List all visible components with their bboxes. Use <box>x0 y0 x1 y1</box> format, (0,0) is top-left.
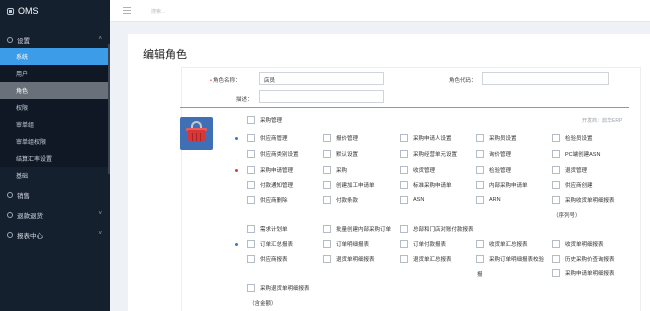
role-code-label: 角色代码： <box>449 78 477 84</box>
section-title: 采购管理 <box>260 118 283 124</box>
chevron-down-icon: ˅ <box>98 231 102 237</box>
permission-checkbox[interactable]: 订单汇总报表 <box>247 240 293 248</box>
permission-checkbox[interactable]: 采购 <box>323 166 347 174</box>
permission-checkbox[interactable]: 报价管理 <box>323 134 358 142</box>
role-name-input[interactable]: 店员 <box>259 72 384 85</box>
section-divider <box>180 107 629 108</box>
report-icon <box>7 232 13 238</box>
permission-checkbox[interactable]: 历史采购价查询报表 <box>552 255 615 263</box>
sidebar: OMS 设置 ˄ 系统 用户 角色 权限 审单组 审单组权限 结算汇率设置 基础… <box>0 0 110 311</box>
sidebar-item-permissions[interactable]: 权限 <box>0 99 110 116</box>
chevron-down-icon: ˅ <box>98 211 102 217</box>
permission-checkbox[interactable]: 采购经营单元设置 <box>400 150 457 158</box>
permission-checkbox[interactable]: 退货管理 <box>552 166 587 174</box>
permission-checkbox[interactable]: 供应商类别设置 <box>247 150 299 158</box>
chevron-up-icon: ˄ <box>98 36 102 42</box>
permission-checkbox[interactable]: 需求计划单 <box>247 225 288 233</box>
permission-checkbox[interactable]: 订单付款报表 <box>400 240 446 248</box>
permission-checkbox[interactable]: 退货单汇总报表 <box>400 255 452 263</box>
permission-label-suffix: （含金额） <box>249 301 277 307</box>
sidebar-item-basic[interactable]: 基础 <box>0 167 110 184</box>
globe-icon <box>7 192 13 198</box>
gear-icon <box>7 37 13 43</box>
blue-dot-marker <box>235 243 238 246</box>
nav-group-reports[interactable]: 报表中心 ˅ <box>0 227 110 243</box>
permission-checkbox[interactable]: 订单明细报表 <box>323 240 369 248</box>
menu-toggle-icon[interactable] <box>123 7 131 14</box>
permission-checkbox[interactable]: 默认设置 <box>323 150 358 158</box>
permission-checkbox[interactable]: 付款条款 <box>323 196 358 204</box>
permission-checkbox[interactable]: 采购申请管理 <box>247 166 293 174</box>
permission-checkbox[interactable]: 采购收货单明细报表 <box>552 196 615 204</box>
permission-checkbox[interactable]: ARN <box>476 196 501 204</box>
permission-checkbox[interactable]: 询价管理 <box>476 150 511 158</box>
permission-checkbox[interactable]: 收货管理 <box>400 166 435 174</box>
logo-icon <box>7 7 14 15</box>
nav-group-label: 报表中心 <box>17 233 43 240</box>
shopping-basket-icon <box>180 117 213 150</box>
sidebar-scrollbar[interactable] <box>108 44 110 174</box>
permission-label-suffix: 报 <box>477 272 483 278</box>
permission-checkbox[interactable]: 退货单明细报表 <box>323 255 375 263</box>
sidebar-item-users[interactable]: 用户 <box>0 65 110 82</box>
permission-checkbox[interactable]: 供应商删除 <box>247 196 288 204</box>
search-input[interactable]: 搜索... <box>151 8 165 15</box>
role-name-label: •角色名称： <box>210 78 241 84</box>
permission-checkbox[interactable]: 检验管理 <box>476 166 511 174</box>
permission-checkbox[interactable]: ASN <box>400 196 424 204</box>
permission-checkbox[interactable]: 供应商管理 <box>247 134 288 142</box>
app-logo[interactable]: OMS <box>0 0 110 22</box>
desc-label: 描述： <box>236 97 253 103</box>
permission-checkbox[interactable]: 批量创建内部采购订单 <box>323 225 391 233</box>
blue-dot-marker <box>235 137 238 140</box>
role-code-input[interactable] <box>482 72 609 85</box>
sidebar-item-review-group[interactable]: 审单组 <box>0 116 110 133</box>
desc-input[interactable] <box>259 90 384 103</box>
permission-checkbox[interactable]: 供应商创建 <box>552 181 593 189</box>
permission-checkbox[interactable]: 采购申请单明细报表 <box>552 269 615 277</box>
permission-checkbox[interactable]: 收货单汇总报表 <box>476 240 528 248</box>
permission-checkbox[interactable]: 内部采购申请单 <box>476 181 528 189</box>
nav-group-returns[interactable]: 退款退货 ˅ <box>0 207 110 223</box>
nav-group-label: 设置 <box>17 38 30 45</box>
permission-checkbox[interactable]: PC端创建ASN <box>552 150 600 158</box>
app-title: OMS <box>18 6 39 16</box>
permission-checkbox[interactable]: 标准采购申请单 <box>400 181 452 189</box>
refund-icon <box>7 212 13 218</box>
nav-group-sales[interactable]: 销售 <box>0 187 110 203</box>
page-title: 编辑角色 <box>143 49 187 61</box>
permission-checkbox[interactable]: 创建加工申请单 <box>323 181 375 189</box>
nav-group-label: 退款退货 <box>17 213 43 220</box>
nav-group-label: 销售 <box>17 193 30 200</box>
sidebar-item-roles[interactable]: 角色 <box>0 82 110 99</box>
permission-checkbox[interactable]: 采购退货单明细报表 <box>247 284 310 292</box>
sidebar-item-exchange-rate[interactable]: 结算汇率设置 <box>0 150 110 167</box>
permission-checkbox[interactable]: 总部和门店对账付款报表 <box>400 225 474 233</box>
permission-checkbox[interactable]: 付款通知管理 <box>247 181 293 189</box>
section-checkbox-procurement[interactable]: 采购管理 <box>247 116 282 124</box>
permission-checkbox[interactable]: 供应商报表 <box>247 255 288 263</box>
topbar: 搜索... <box>110 0 650 22</box>
permission-checkbox[interactable]: 采购申请人设置 <box>400 134 452 142</box>
sidebar-item-system[interactable]: 系统 <box>0 48 110 65</box>
sidebar-item-review-group-permissions[interactable]: 审单组权限 <box>0 133 110 150</box>
permission-checkbox[interactable]: 检验员设置 <box>552 134 593 142</box>
permission-checkbox[interactable]: 采购订单明细报表校验 <box>476 255 544 263</box>
permission-label-suffix: （序列号） <box>553 213 581 219</box>
permission-checkbox[interactable]: 收货单明细报表 <box>552 240 604 248</box>
red-dot-marker <box>235 169 238 172</box>
checkbox[interactable] <box>247 116 255 124</box>
permission-checkbox[interactable]: 采购员设置 <box>476 134 517 142</box>
developer-hint: 开发商：鼎华ERP <box>582 118 623 124</box>
nav-group-settings[interactable]: 设置 ˄ <box>0 32 110 48</box>
